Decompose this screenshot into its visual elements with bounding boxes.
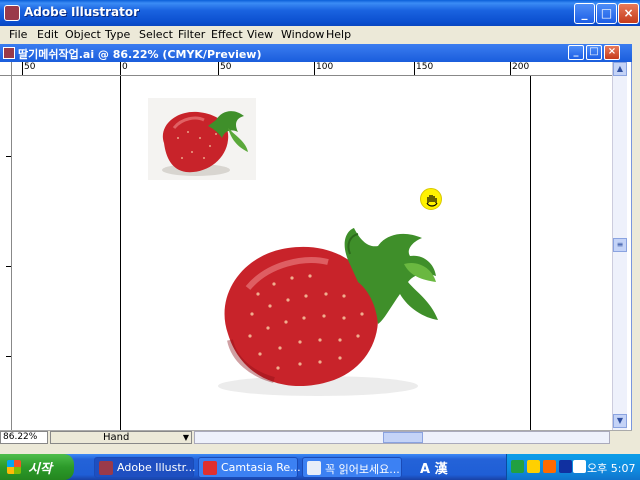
maximize-button[interactable]: □ bbox=[596, 3, 617, 24]
app-title: Adobe Illustrator bbox=[24, 5, 140, 19]
page-boundary-right bbox=[530, 76, 531, 430]
tray-icon[interactable] bbox=[527, 460, 540, 473]
close-button[interactable]: × bbox=[618, 3, 639, 24]
clock[interactable]: 오후 5:07 bbox=[587, 460, 635, 476]
document-icon[interactable] bbox=[3, 47, 15, 59]
notepad-icon bbox=[307, 461, 321, 475]
document-title: 딸기메쉬작업.ai @ 86.22% (CMYK/Preview) bbox=[18, 48, 262, 61]
taskbar-item-illustrator[interactable]: Adobe Illustr... bbox=[94, 457, 196, 478]
minimize-button[interactable]: _ bbox=[574, 3, 595, 24]
taskbar-item-readme[interactable]: 꼭 읽어보세요... bbox=[302, 457, 402, 478]
vertical-ruler[interactable] bbox=[0, 76, 12, 430]
document-titlebar[interactable]: 딸기메쉬작업.ai @ 86.22% (CMYK/Preview) _ □ × bbox=[0, 44, 632, 62]
ruler-label: 0 bbox=[122, 62, 128, 72]
doc-close-button[interactable]: × bbox=[604, 45, 620, 60]
menu-file[interactable]: File bbox=[9, 28, 27, 41]
tray-icon[interactable] bbox=[559, 460, 572, 473]
horizontal-scrollbar[interactable] bbox=[194, 431, 610, 444]
zoom-level-field[interactable]: 86.22% bbox=[0, 431, 48, 444]
task-label: Camtasia Re... bbox=[221, 461, 301, 474]
menu-type[interactable]: Type bbox=[105, 28, 130, 41]
small-strawberry-image[interactable] bbox=[148, 98, 256, 180]
large-strawberry-artwork[interactable] bbox=[208, 224, 448, 402]
taskbar-item-camtasia[interactable]: Camtasia Re... bbox=[198, 457, 301, 478]
ime-indicator[interactable]: A 漢 bbox=[420, 458, 448, 477]
illustrator-window: Adobe Illustrator _ □ × File Edit Object… bbox=[0, 0, 640, 454]
dropdown-arrow-icon[interactable]: ▼ bbox=[183, 432, 189, 443]
tray-icon[interactable] bbox=[543, 460, 556, 473]
ruler-label: 50 bbox=[24, 62, 36, 72]
illustrator-icon bbox=[99, 461, 113, 475]
ruler-label: 200 bbox=[512, 62, 530, 72]
menu-select[interactable]: Select bbox=[139, 28, 173, 41]
hand-cursor-icon bbox=[420, 188, 442, 210]
horizontal-ruler[interactable]: 50 0 50 100 150 200 bbox=[12, 62, 612, 76]
task-label: Adobe Illustr... bbox=[117, 461, 196, 474]
ruler-label: 150 bbox=[416, 62, 434, 72]
document-window: 딸기메쉬작업.ai @ 86.22% (CMYK/Preview) _ □ × … bbox=[0, 44, 632, 444]
status-bar: 86.22% Hand ▼ bbox=[0, 430, 632, 444]
windows-logo-icon bbox=[7, 460, 21, 474]
menu-view[interactable]: View bbox=[247, 28, 273, 41]
vertical-scrollbar[interactable]: ▲ ≡ ▼ bbox=[612, 62, 627, 430]
system-tray: 오후 5:07 bbox=[506, 454, 640, 480]
start-label: 시작 bbox=[28, 462, 52, 477]
menu-effect[interactable]: Effect bbox=[211, 28, 243, 41]
tray-icon[interactable] bbox=[573, 460, 586, 473]
current-tool-label: Hand bbox=[103, 432, 130, 443]
menu-filter[interactable]: Filter bbox=[178, 28, 205, 41]
ruler-label: 50 bbox=[220, 62, 232, 72]
doc-maximize-button[interactable]: □ bbox=[586, 45, 602, 60]
menu-window[interactable]: Window bbox=[281, 28, 324, 41]
camtasia-icon bbox=[203, 461, 217, 475]
artboard-canvas[interactable] bbox=[12, 76, 612, 430]
ruler-origin[interactable] bbox=[0, 62, 12, 76]
menu-object[interactable]: Object bbox=[65, 28, 101, 41]
menu-edit[interactable]: Edit bbox=[37, 28, 58, 41]
tray-icon[interactable] bbox=[511, 460, 524, 473]
taskbar: 시작 Adobe Illustr... Camtasia Re... 꼭 읽어보… bbox=[0, 454, 640, 480]
task-label: 꼭 읽어보세요... bbox=[325, 463, 400, 476]
ruler-label: 100 bbox=[316, 62, 334, 72]
vertical-scroll-thumb[interactable]: ≡ bbox=[613, 238, 627, 252]
status-tool-dropdown[interactable]: Hand ▼ bbox=[50, 431, 192, 444]
doc-minimize-button[interactable]: _ bbox=[568, 45, 584, 60]
menu-help[interactable]: Help bbox=[326, 28, 351, 41]
illustrator-app-icon[interactable] bbox=[4, 5, 20, 21]
scroll-down-button[interactable]: ▼ bbox=[613, 414, 627, 428]
scroll-up-button[interactable]: ▲ bbox=[613, 62, 627, 76]
horizontal-scroll-thumb[interactable] bbox=[383, 432, 423, 443]
app-titlebar[interactable]: Adobe Illustrator _ □ × bbox=[0, 0, 640, 26]
menu-bar: File Edit Object Type Select Filter Effe… bbox=[0, 26, 640, 44]
start-button[interactable]: 시작 bbox=[0, 454, 74, 480]
page-boundary-left bbox=[120, 76, 121, 430]
